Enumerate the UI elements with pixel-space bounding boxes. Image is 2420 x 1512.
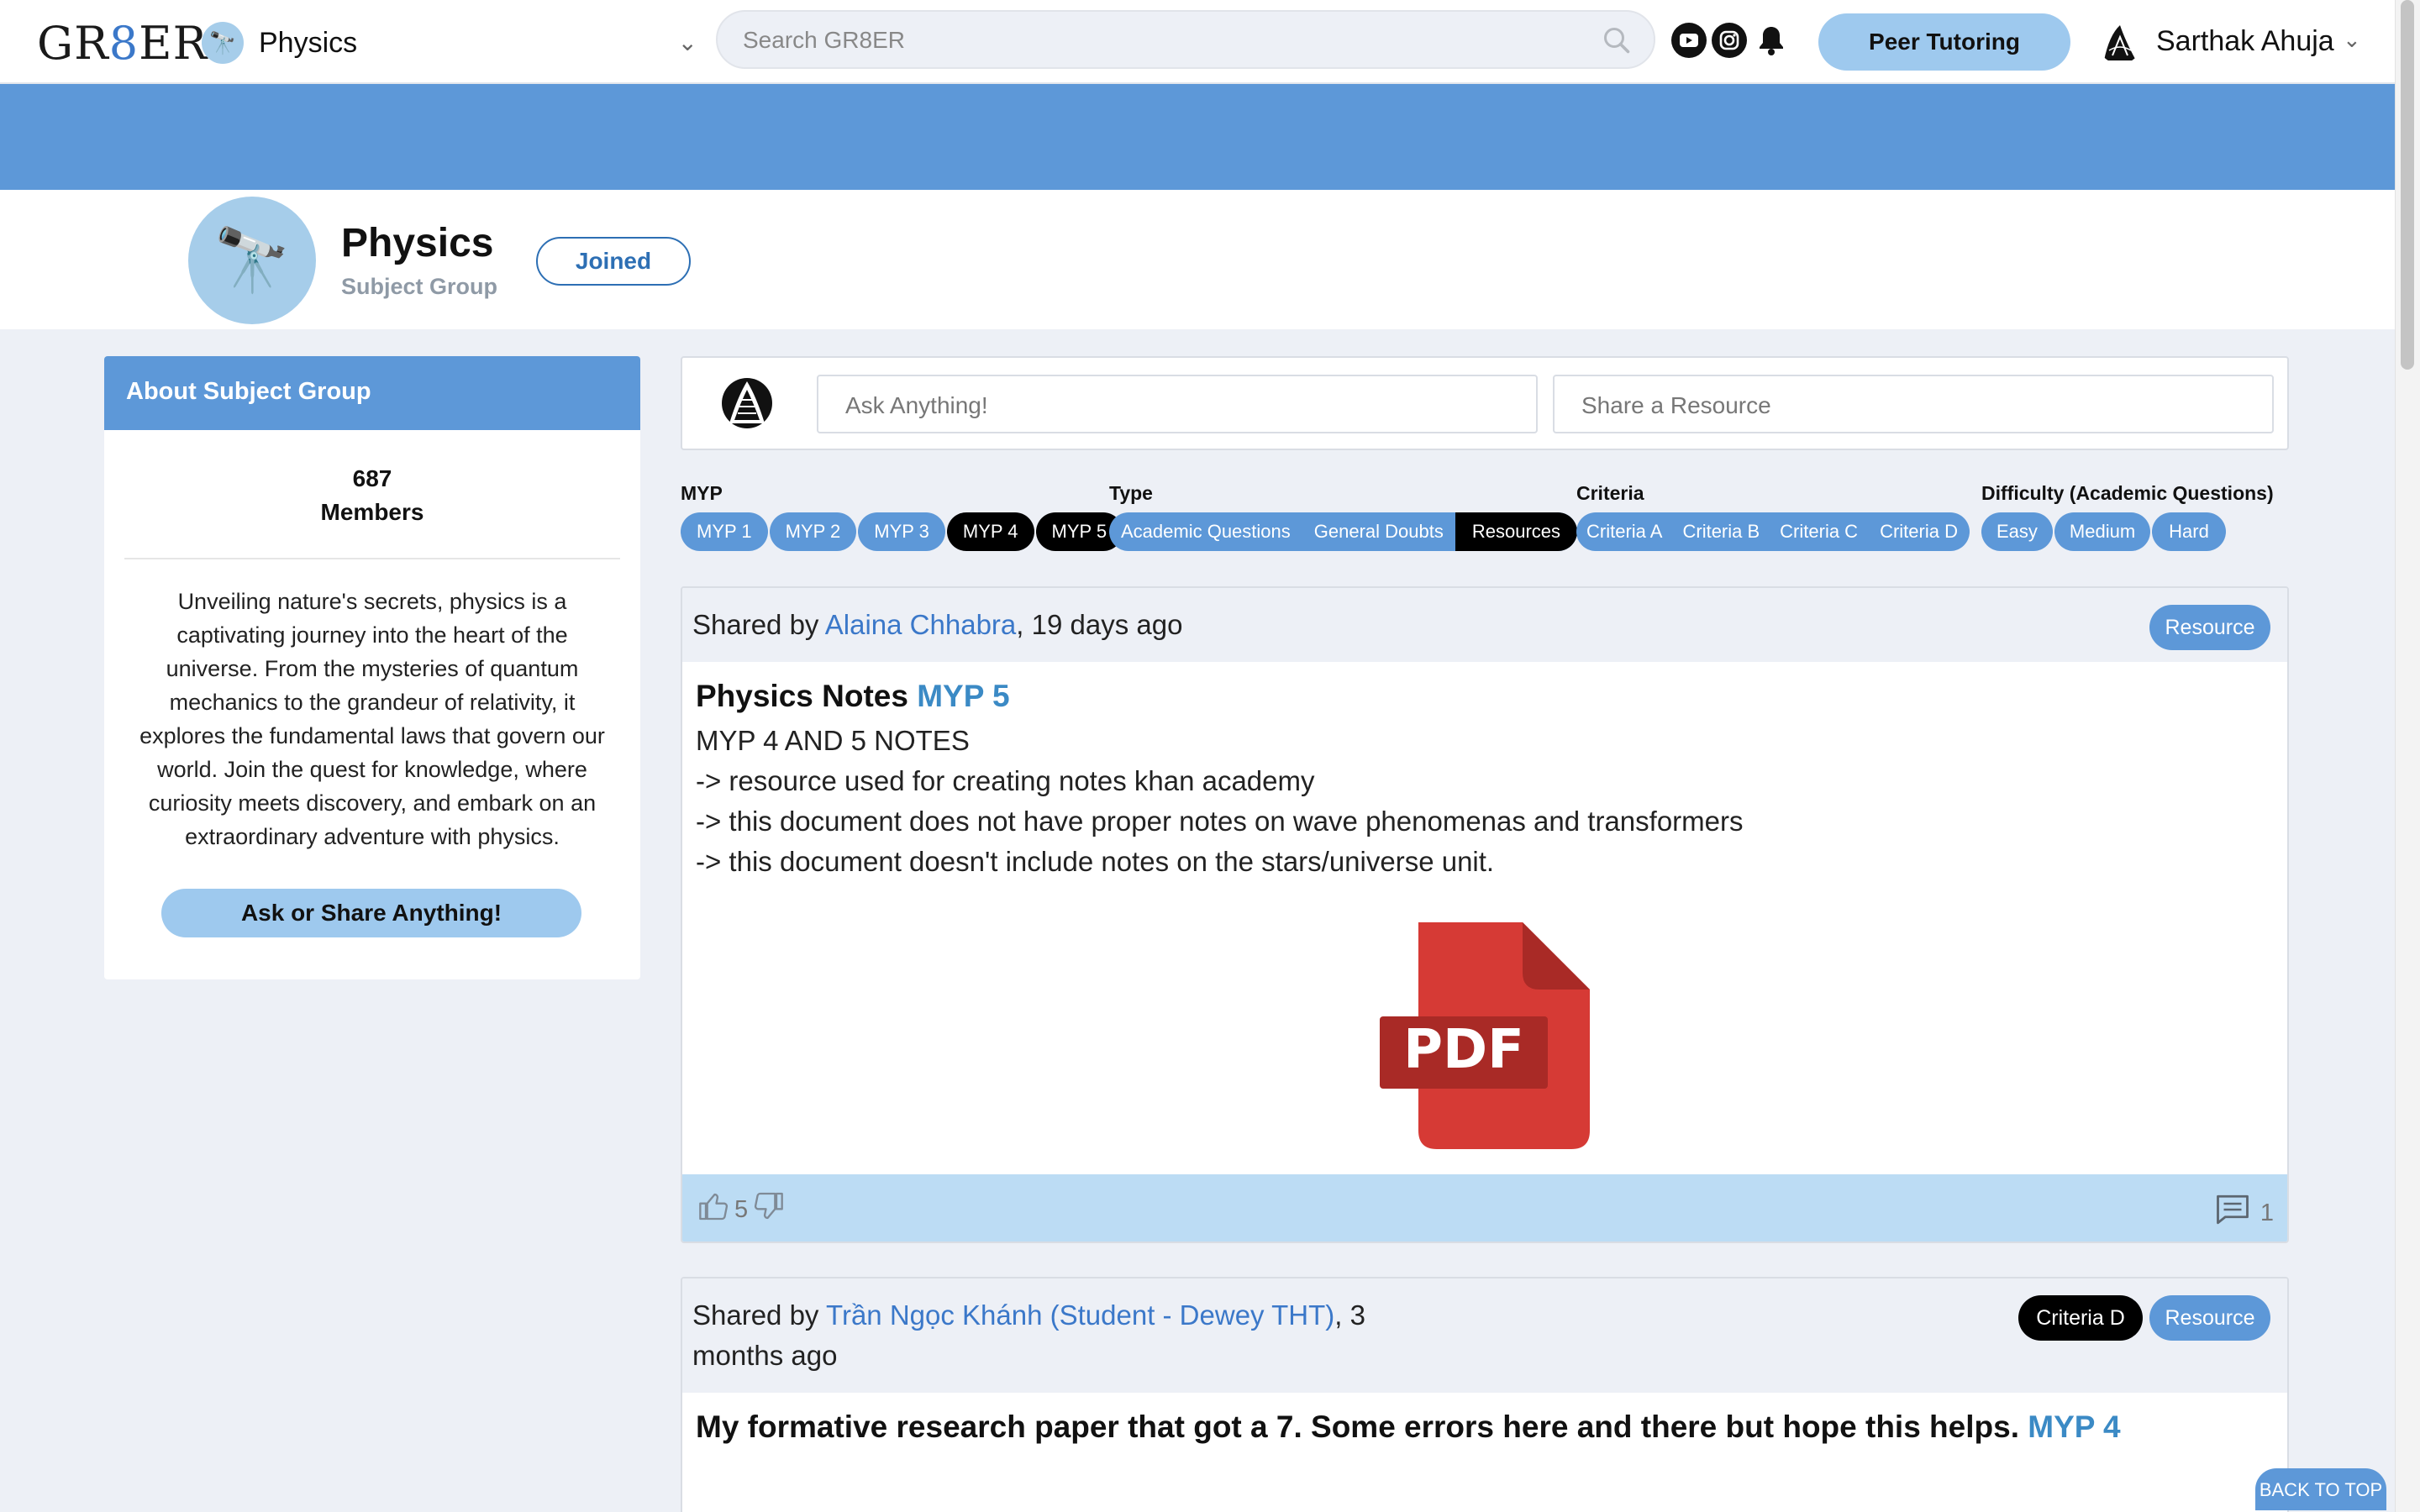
post-time: , 19 days ago: [1016, 609, 1183, 640]
post-author-link[interactable]: Alaina Chhabra: [825, 609, 1017, 640]
filter-label-difficulty: Difficulty (Academic Questions): [1981, 482, 2274, 504]
user-name: Sarthak Ahuja: [2156, 25, 2334, 57]
filter-pill-criteria-d[interactable]: Criteria D: [1868, 512, 1970, 551]
thumbs-up-icon[interactable]: [697, 1189, 731, 1230]
about-heading: About Subject Group: [104, 356, 640, 430]
criteria-filter-group: Criteria A Criteria B Criteria C Criteri…: [1576, 512, 1970, 551]
telescope-icon: 🔭: [202, 22, 244, 64]
group-selector-label: Physics: [259, 27, 358, 59]
chevron-down-icon: ⌄: [2343, 27, 2361, 52]
post-title[interactable]: Physics Notes MYP 5: [682, 662, 2287, 714]
comment-icon: [2215, 1193, 2250, 1233]
search-bar: [716, 10, 1655, 69]
post-card: Shared by Trần Ngọc Khánh (Student - Dew…: [681, 1277, 2289, 1512]
youtube-icon[interactable]: [1670, 22, 1707, 59]
filter-pill-medium[interactable]: Medium: [2054, 512, 2151, 551]
divider: [124, 558, 620, 559]
instagram-icon[interactable]: [1711, 22, 1748, 59]
filter-pill-resources[interactable]: Resources: [1455, 512, 1578, 551]
type-filter-group: Academic Questions General Doubts Resour…: [1109, 512, 1578, 551]
group-title: Physics: [341, 221, 494, 265]
criteria-d-tag[interactable]: Criteria D: [2018, 1295, 2143, 1341]
telescope-icon: 🔭: [188, 197, 316, 324]
bell-icon[interactable]: [1753, 22, 1790, 59]
post-body-line: -> this document doesn't include notes o…: [696, 846, 1495, 877]
resource-tag[interactable]: Resource: [2149, 1295, 2270, 1341]
pdf-file-icon[interactable]: PDF: [1380, 922, 1598, 1149]
group-selector[interactable]: 🔭 Physics ⌄: [202, 18, 697, 66]
myp-tag[interactable]: MYP 5: [917, 679, 1009, 713]
myp-filter-group: MYP 1 MYP 2 MYP 3 MYP 4 MYP 5: [681, 512, 1123, 551]
group-banner: [0, 84, 2395, 190]
filter-pill-myp-1[interactable]: MYP 1: [681, 512, 768, 551]
post-header: Shared by Alaina Chhabra, 19 days ago: [682, 588, 2287, 662]
filter-pill-academic-questions[interactable]: Academic Questions: [1109, 512, 1302, 551]
members-count: 687: [352, 465, 392, 491]
post-body-line: -> resource used for creating notes khan…: [696, 765, 1315, 796]
group-subtitle: Subject Group: [341, 274, 498, 299]
post-composer: Ask Anything! Share a Resource: [681, 356, 2289, 450]
filter-pill-myp-2[interactable]: MYP 2: [769, 512, 857, 551]
filter-pill-criteria-a[interactable]: Criteria A: [1576, 512, 1672, 551]
post-time-continued: months ago: [692, 1340, 838, 1371]
filter-pill-myp-4[interactable]: MYP 4: [946, 512, 1034, 551]
post-footer: 5 1: [682, 1174, 2287, 1242]
user-menu[interactable]: Sarthak Ahuja ⌄: [2097, 15, 2375, 69]
ask-or-share-button[interactable]: Ask or Share Anything!: [161, 889, 581, 937]
thumbs-down-icon[interactable]: [751, 1189, 785, 1230]
search-icon[interactable]: [1602, 25, 1632, 60]
chevron-down-icon: ⌄: [677, 29, 697, 55]
peer-tutoring-button[interactable]: Peer Tutoring: [1818, 13, 2070, 71]
filter-label-criteria: Criteria: [1576, 482, 1644, 504]
filter-pill-myp-3[interactable]: MYP 3: [858, 512, 945, 551]
filter-label-myp: MYP: [681, 482, 723, 504]
scrollbar-thumb[interactable]: [2401, 0, 2414, 370]
post-body-line: -> this document does not have proper no…: [696, 806, 1744, 837]
share-resource-input[interactable]: Share a Resource: [1553, 375, 2274, 433]
comment-count: 1: [2260, 1199, 2274, 1226]
post-title[interactable]: My formative research paper that got a 7…: [682, 1393, 2287, 1445]
post-body: MYP 4 AND 5 NOTES -> resource used for c…: [682, 714, 2287, 882]
search-input[interactable]: [743, 24, 1583, 57]
filter-label-type: Type: [1109, 482, 1153, 504]
back-to-top-button[interactable]: BACK TO TOP: [2255, 1468, 2386, 1510]
post-author-link[interactable]: Trần Ngọc Khánh (Student - Dewey THT): [826, 1299, 1334, 1331]
post-body-line: MYP 4 AND 5 NOTES: [696, 725, 970, 756]
post-card: Shared by Alaina Chhabra, 19 days ago Re…: [681, 586, 2289, 1243]
difficulty-filter-group: Easy Medium Hard: [1981, 512, 2226, 551]
filter-pill-criteria-b[interactable]: Criteria B: [1672, 512, 1770, 551]
ask-anything-input[interactable]: Ask Anything!: [817, 375, 1538, 433]
filter-pill-easy[interactable]: Easy: [1981, 512, 2053, 551]
filter-pill-criteria-c[interactable]: Criteria C: [1770, 512, 1868, 551]
top-navbar: GR8ER 🔭 Physics ⌄ Peer Tutoring Sarthak …: [0, 0, 2395, 84]
post-time: , 3: [1334, 1299, 1365, 1331]
filter-pill-general-doubts[interactable]: General Doubts: [1302, 512, 1455, 551]
joined-button[interactable]: Joined: [536, 237, 691, 286]
myp-tag[interactable]: MYP 4: [2028, 1410, 2120, 1444]
like-count: 5: [734, 1195, 749, 1223]
resource-tag[interactable]: Resource: [2149, 605, 2270, 650]
comments-button[interactable]: 1: [2215, 1193, 2274, 1233]
shared-by-label: Shared by: [692, 1299, 827, 1331]
gr8er-logo[interactable]: GR8ER: [37, 17, 208, 70]
about-card: About Subject Group 687 Members Unveilin…: [104, 356, 640, 979]
members-label: Members: [320, 499, 424, 525]
pdf-label: PDF: [1403, 1019, 1524, 1081]
filter-pill-hard[interactable]: Hard: [2152, 512, 2226, 551]
user-avatar: [2097, 18, 2143, 64]
shared-by-label: Shared by: [692, 609, 825, 640]
user-avatar: [721, 371, 773, 435]
group-description: Unveiling nature's secrets, physics is a…: [139, 589, 605, 849]
